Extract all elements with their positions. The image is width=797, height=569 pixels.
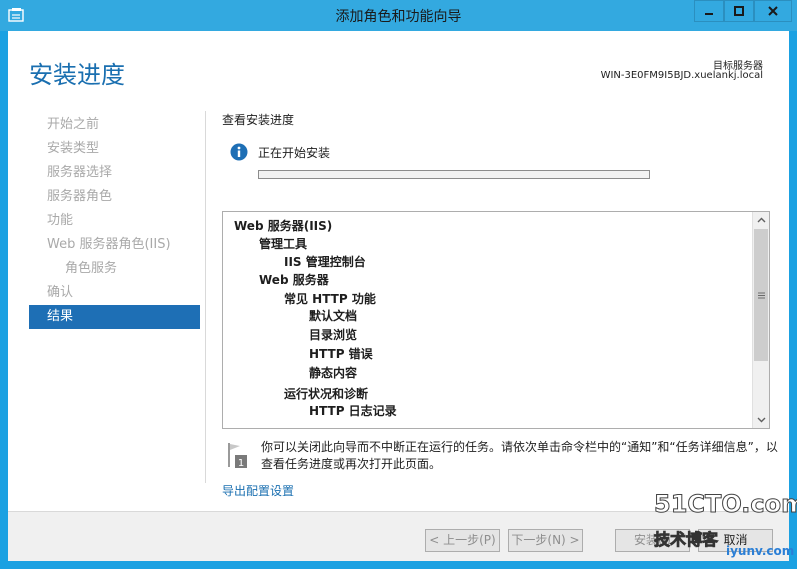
title-bar: 添加角色和功能向导 bbox=[0, 0, 797, 31]
wizard-nav: 开始之前 安装类型 服务器选择 服务器角色 功能 Web 服务器角色(IIS) … bbox=[29, 113, 200, 329]
tree-item: 默认文档 bbox=[309, 309, 358, 323]
tree-item: 静态内容 bbox=[309, 366, 358, 380]
nav-item-server-roles[interactable]: 服务器角色 bbox=[29, 185, 200, 209]
scroll-thumb[interactable] bbox=[754, 229, 768, 361]
tree-item: Web 服务器(IIS) bbox=[234, 219, 333, 233]
wizard-content: 安装进度 目标服务器 WIN-3E0FM9I5BJD.xuelankj.loca… bbox=[8, 31, 789, 561]
close-button[interactable] bbox=[754, 0, 792, 22]
grip-icon bbox=[757, 292, 765, 298]
tree-item: IIS 管理控制台 bbox=[284, 255, 366, 269]
installation-status: 正在开始安装 bbox=[258, 146, 331, 160]
next-button[interactable]: 下一步(N) > bbox=[508, 529, 583, 552]
scroll-down-button[interactable] bbox=[753, 412, 769, 428]
minimize-icon bbox=[705, 13, 713, 15]
svg-text:1: 1 bbox=[238, 458, 244, 469]
tree-item: 管理工具 bbox=[259, 237, 308, 251]
vertical-scrollbar[interactable] bbox=[752, 212, 769, 428]
close-icon bbox=[768, 6, 778, 16]
export-configuration-link[interactable]: 导出配置设置 bbox=[222, 482, 294, 499]
nav-item-features[interactable]: 功能 bbox=[29, 209, 200, 233]
nav-item-confirmation[interactable]: 确认 bbox=[29, 281, 200, 305]
destination-server-name: WIN-3E0FM9I5BJD.xuelankj.local bbox=[600, 70, 763, 81]
info-icon bbox=[230, 143, 248, 161]
chevron-down-icon bbox=[757, 417, 765, 423]
tree-item: 运行状况和诊断 bbox=[284, 387, 369, 401]
feature-list-box: Web 服务器(IIS) 管理工具 IIS 管理控制台 Web 服务器 常见 H… bbox=[222, 211, 770, 429]
window-title: 添加角色和功能向导 bbox=[335, 9, 462, 25]
close-wizard-note: 你可以关闭此向导而不中断正在运行的任务。请依次单击命令栏中的“通知”和“任务详细… bbox=[261, 440, 778, 471]
chevron-up-icon bbox=[757, 217, 765, 223]
nav-divider bbox=[205, 111, 206, 483]
tree-item: HTTP 日志记录 bbox=[309, 404, 397, 418]
previous-button[interactable]: < 上一步(P) bbox=[425, 529, 500, 552]
installation-progress-bar bbox=[258, 170, 650, 179]
nav-item-results[interactable]: 结果 bbox=[29, 305, 200, 329]
tree-item: Web 服务器 bbox=[259, 273, 329, 287]
cancel-button[interactable]: 取消 bbox=[698, 529, 773, 552]
nav-item-installation-type[interactable]: 安装类型 bbox=[29, 137, 200, 161]
minimize-button[interactable] bbox=[694, 0, 724, 22]
nav-item-web-server-role[interactable]: Web 服务器角色(IIS) bbox=[29, 233, 200, 257]
maximize-button[interactable] bbox=[724, 0, 754, 22]
nav-item-before-you-begin[interactable]: 开始之前 bbox=[29, 113, 200, 137]
tree-item: 常见 HTTP 功能 bbox=[284, 292, 376, 306]
scroll-up-button[interactable] bbox=[753, 212, 769, 228]
install-button[interactable]: 安装(I) bbox=[615, 529, 690, 552]
task-flag-icon: 1 bbox=[228, 443, 247, 469]
feature-tree: Web 服务器(IIS) 管理工具 IIS 管理控制台 Web 服务器 常见 H… bbox=[223, 212, 751, 428]
section-label: 查看安装进度 bbox=[222, 113, 295, 127]
wizard-footer: < 上一步(P) 下一步(N) > 安装(I) 取消 bbox=[8, 512, 789, 561]
tree-item: HTTP 错误 bbox=[309, 347, 373, 361]
nav-item-server-selection[interactable]: 服务器选择 bbox=[29, 161, 200, 185]
tree-item: 目录浏览 bbox=[309, 328, 358, 342]
wizard-window: 添加角色和功能向导 安装进度 目标服务器 WIN-3E0FM9I5BJD.xue… bbox=[0, 0, 797, 569]
page-title: 安装进度 bbox=[29, 61, 125, 89]
maximize-icon bbox=[734, 6, 744, 16]
nav-item-role-services[interactable]: 角色服务 bbox=[29, 257, 200, 281]
